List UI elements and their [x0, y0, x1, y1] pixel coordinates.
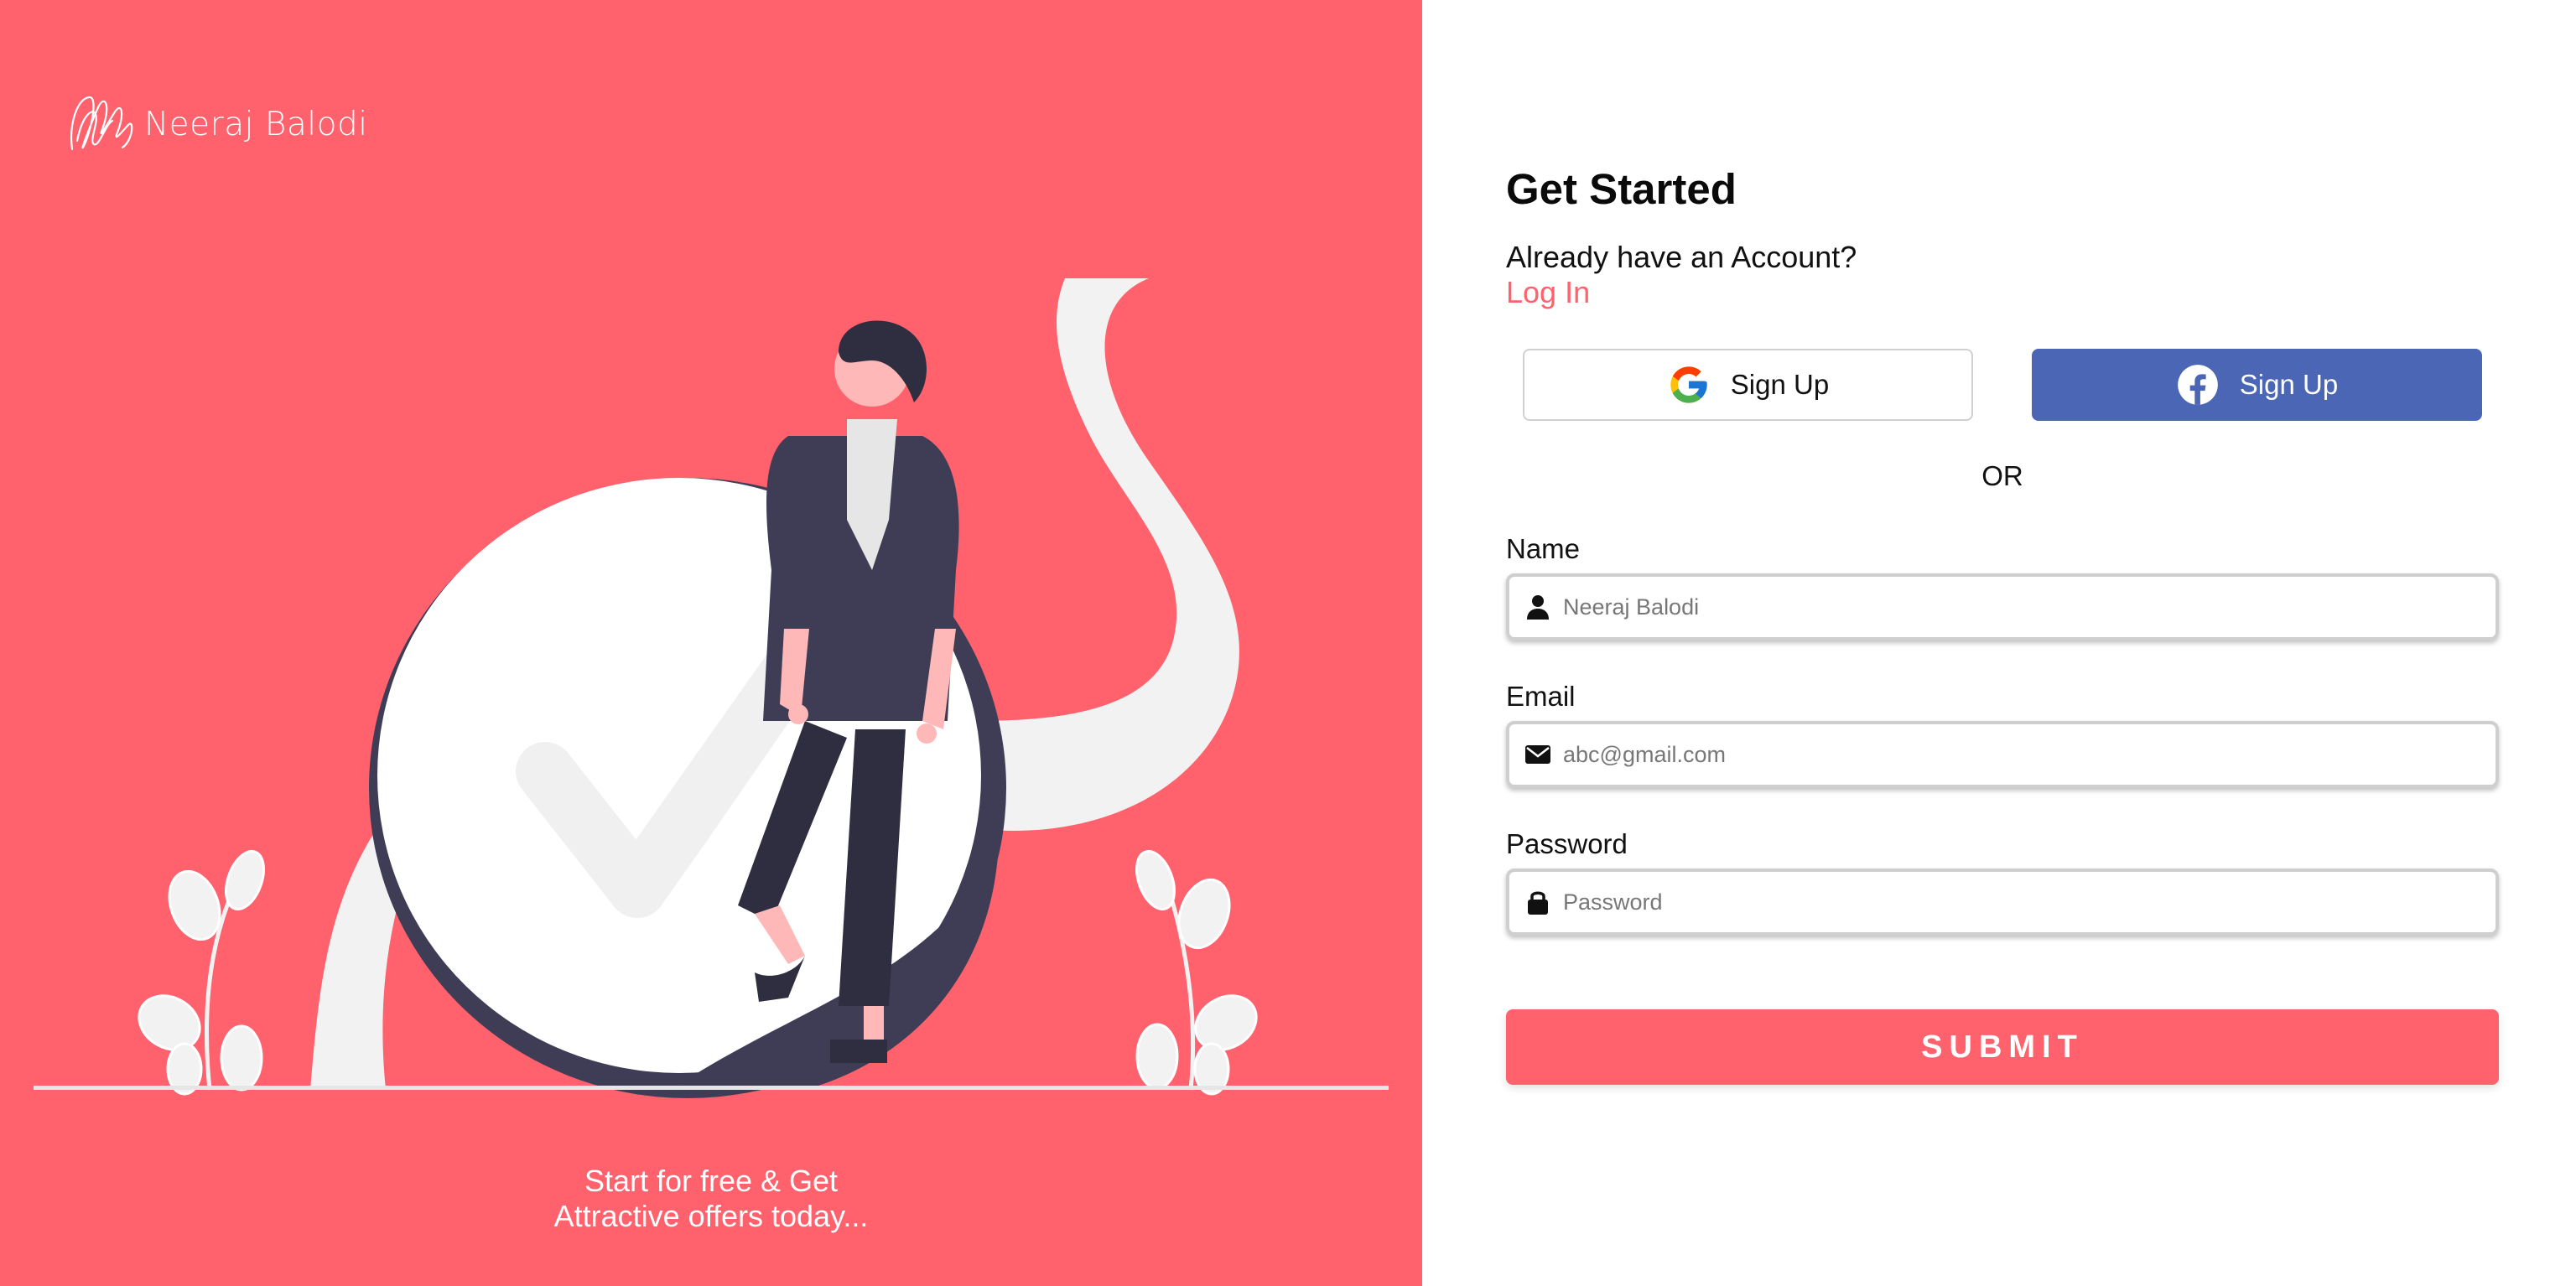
signup-panel: Get Started Already have an Account? Log…: [1422, 0, 2576, 1286]
password-label: Password: [1506, 828, 1628, 859]
facebook-signup-button[interactable]: Sign Up: [2032, 349, 2482, 421]
google-icon: [1670, 366, 1707, 403]
submit-button[interactable]: SUBMIT: [1506, 1009, 2499, 1085]
name-label: Name: [1506, 533, 1581, 564]
plant-left: [138, 849, 265, 1096]
hero-panel: Neeraj Balodi Start for free & Get Attra…: [0, 0, 1422, 1286]
signup-form: Get Started Already have an Account? Log…: [1506, 164, 2499, 1085]
scribble-logo-icon: [70, 96, 133, 151]
email-input[interactable]: [1563, 724, 2496, 785]
envelope-icon: [1525, 745, 1550, 764]
email-field-group: Email: [1506, 681, 2499, 788]
brand[interactable]: Neeraj Balodi: [65, 91, 368, 158]
ground-line: [34, 1086, 1389, 1090]
page-title: Get Started: [1506, 165, 1737, 213]
hero-illustration: [34, 278, 1389, 1098]
name-input-box[interactable]: [1506, 573, 2499, 640]
user-icon: [1527, 595, 1549, 620]
tagline-line-1: Start for free & Get: [584, 1164, 839, 1198]
or-divider: OR: [1981, 460, 2023, 491]
name-input[interactable]: [1563, 577, 2496, 637]
already-account-text: Already have an Account?: [1506, 240, 1857, 274]
facebook-signup-label: Sign Up: [2239, 369, 2339, 400]
name-field-group: Name: [1506, 533, 2499, 640]
google-signup-button[interactable]: Sign Up: [1523, 349, 1973, 421]
brand-name: Neeraj Balodi: [144, 105, 368, 143]
hero-tagline: Start for free & Get Attractive offers t…: [0, 1164, 1422, 1234]
social-signup-row: Sign Up Sign Up: [1506, 349, 2499, 421]
email-label: Email: [1506, 681, 1576, 712]
lock-icon: [1528, 891, 1548, 915]
email-input-box[interactable]: [1506, 721, 2499, 788]
password-field-group: Password: [1506, 828, 2499, 936]
password-input-box[interactable]: [1506, 869, 2499, 936]
swoosh-shape: [973, 278, 1239, 831]
password-input[interactable]: [1563, 872, 2496, 932]
google-signup-label: Sign Up: [1730, 369, 1830, 400]
tagline-line-2: Attractive offers today...: [553, 1199, 869, 1233]
facebook-icon: [2177, 365, 2218, 405]
login-link[interactable]: Log In: [1506, 275, 1590, 310]
plant-right: [1135, 849, 1258, 1096]
